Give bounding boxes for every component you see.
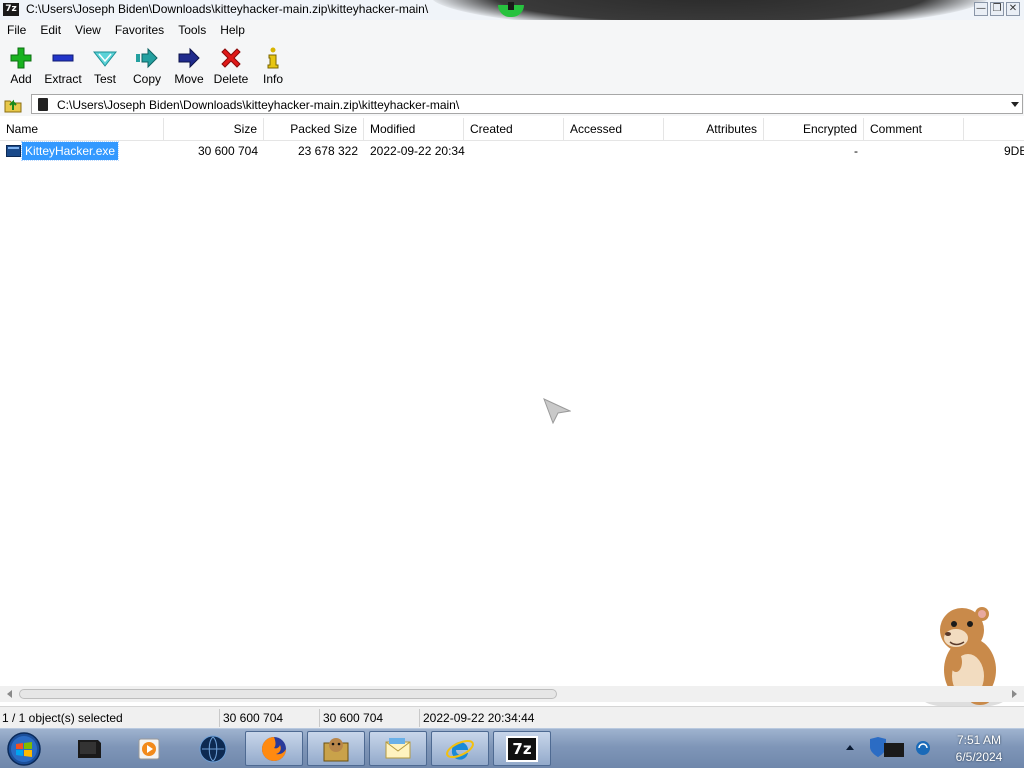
toolbar: Add Extract Test Copy Move Delete Info (0, 40, 1024, 92)
copy-arrow-icon (135, 46, 159, 70)
clock-date: 6/5/2024 (955, 750, 1003, 764)
up-folder-button[interactable] (4, 95, 22, 113)
menu-edit[interactable]: Edit (33, 20, 68, 40)
taskbar: 7z 7:51 AM 6/5/2024 (0, 728, 1024, 768)
menu-tools[interactable]: Tools (171, 20, 213, 40)
title-bar: 7z C:\Users\Joseph Biden\Downloads\kitte… (0, 0, 1024, 21)
mouse-cursor-icon (543, 398, 571, 424)
taskbar-firefox[interactable] (245, 731, 303, 766)
move-button[interactable]: Move (168, 40, 210, 92)
taskbar-sandbox-box[interactable] (307, 731, 365, 766)
column-header-size[interactable]: Size (164, 118, 264, 140)
system-clock[interactable]: 7:51 AM 6/5/2024 (944, 732, 1014, 766)
file-attributes (664, 142, 764, 160)
column-header-modified[interactable]: Modified (364, 118, 464, 140)
add-button[interactable]: Add (0, 40, 42, 92)
column-header-attributes[interactable]: Attributes (664, 118, 764, 140)
chevron-down-icon[interactable] (1011, 102, 1019, 107)
horizontal-scrollbar[interactable] (0, 686, 1024, 702)
terminal-icon (78, 739, 101, 758)
restore-button[interactable]: ❐ (990, 2, 1004, 16)
column-header-packed-size[interactable]: Packed Size (264, 118, 364, 140)
delete-x-icon (219, 46, 243, 70)
file-packed-size: 23 678 322 (297, 144, 358, 158)
copy-label: Copy (132, 72, 161, 86)
7zip-taskbar-icon: 7z (506, 735, 538, 762)
firefox-icon (262, 736, 286, 761)
test-button[interactable]: Test (84, 40, 126, 92)
info-icon (261, 46, 285, 70)
file-size: 30 600 704 (197, 144, 258, 158)
check-icon (93, 46, 117, 70)
window-title: C:\Users\Joseph Biden\Downloads\kitteyha… (26, 2, 429, 16)
close-button[interactable]: ✕ (1006, 2, 1020, 16)
path-combobox[interactable]: C:\Users\Joseph Biden\Downloads\kitteyha… (31, 94, 1023, 114)
scrollbar-thumb[interactable] (19, 689, 557, 699)
taskbar-terminal-app[interactable] (60, 731, 118, 766)
column-header-created[interactable]: Created (464, 118, 564, 140)
media-player-icon (138, 738, 160, 759)
move-label: Move (174, 72, 204, 86)
scroll-left-icon[interactable] (7, 690, 12, 698)
info-button[interactable]: Info (252, 40, 294, 92)
menu-help[interactable]: Help (213, 20, 252, 40)
taskbar-internet-explorer[interactable] (431, 731, 489, 766)
status-bar: 1 / 1 object(s) selected 30 600 704 30 6… (0, 706, 1024, 729)
copy-button[interactable]: Copy (126, 40, 168, 92)
extract-label: Extract (44, 72, 82, 86)
file-encrypted: - (854, 144, 858, 158)
clock-time: 7:51 AM (956, 733, 1002, 747)
exe-file-icon (6, 145, 21, 157)
network-tray-icon[interactable] (914, 739, 932, 757)
delete-button[interactable]: Delete (210, 40, 252, 92)
network-globe-icon (199, 735, 227, 762)
sandbox-box-icon (323, 737, 349, 761)
delete-label: Delete (213, 72, 249, 86)
file-list-header: Name Size Packed Size Modified Created A… (0, 118, 1024, 141)
plus-icon (9, 46, 33, 70)
info-label: Info (262, 72, 283, 86)
column-header-encrypted[interactable]: Encrypted (764, 118, 864, 140)
file-created (464, 142, 564, 160)
add-label: Add (10, 72, 32, 86)
table-row[interactable]: KitteyHacker.exe 30 600 704 23 678 322 2… (0, 141, 1024, 161)
column-header-comment[interactable]: Comment (864, 118, 964, 140)
zip-archive-icon (38, 98, 48, 111)
taskbar-7zip[interactable]: 7z (493, 731, 551, 766)
taskbar-mail-app[interactable] (369, 731, 427, 766)
internet-explorer-icon (446, 739, 474, 760)
menu-favorites[interactable]: Favorites (108, 20, 171, 40)
column-header-accessed[interactable]: Accessed (564, 118, 664, 140)
scroll-right-icon[interactable] (1012, 690, 1017, 698)
move-arrow-icon (177, 46, 201, 70)
menu-file[interactable]: File (0, 20, 33, 40)
menu-view[interactable]: View (68, 20, 108, 40)
taskbar-media-player[interactable] (120, 731, 178, 766)
menu-bar: File Edit View Favorites Tools Help (0, 20, 1024, 40)
file-accessed (564, 142, 664, 160)
file-name[interactable]: KitteyHacker.exe (20, 141, 120, 161)
path-text: C:\Users\Joseph Biden\Downloads\kitteyha… (57, 98, 460, 112)
show-hidden-icons-button[interactable] (846, 745, 854, 750)
minimize-button[interactable]: — (974, 2, 988, 16)
status-modified: 2022-09-22 20:34:44 (423, 711, 535, 725)
taskbar-network-app[interactable] (184, 731, 242, 766)
test-label: Test (93, 72, 116, 86)
7zip-app-icon[interactable]: 7z (3, 3, 19, 16)
status-size: 30 600 704 (223, 711, 284, 725)
file-comment (864, 142, 964, 160)
extract-button[interactable]: Extract (42, 40, 84, 92)
status-selection: 1 / 1 object(s) selected (2, 711, 123, 725)
address-bar: C:\Users\Joseph Biden\Downloads\kitteyha… (0, 92, 1024, 116)
file-modified: 2022-09-22 20:34 (370, 144, 465, 158)
start-button[interactable] (5, 731, 43, 767)
minus-icon (51, 46, 75, 70)
mail-icon (385, 737, 411, 758)
column-header-name[interactable]: Name (0, 118, 164, 140)
security-tray-icon[interactable] (866, 735, 910, 763)
file-crc: 9DE (1004, 144, 1024, 158)
status-packed-size: 30 600 704 (323, 711, 384, 725)
folder-up-icon (4, 99, 22, 113)
